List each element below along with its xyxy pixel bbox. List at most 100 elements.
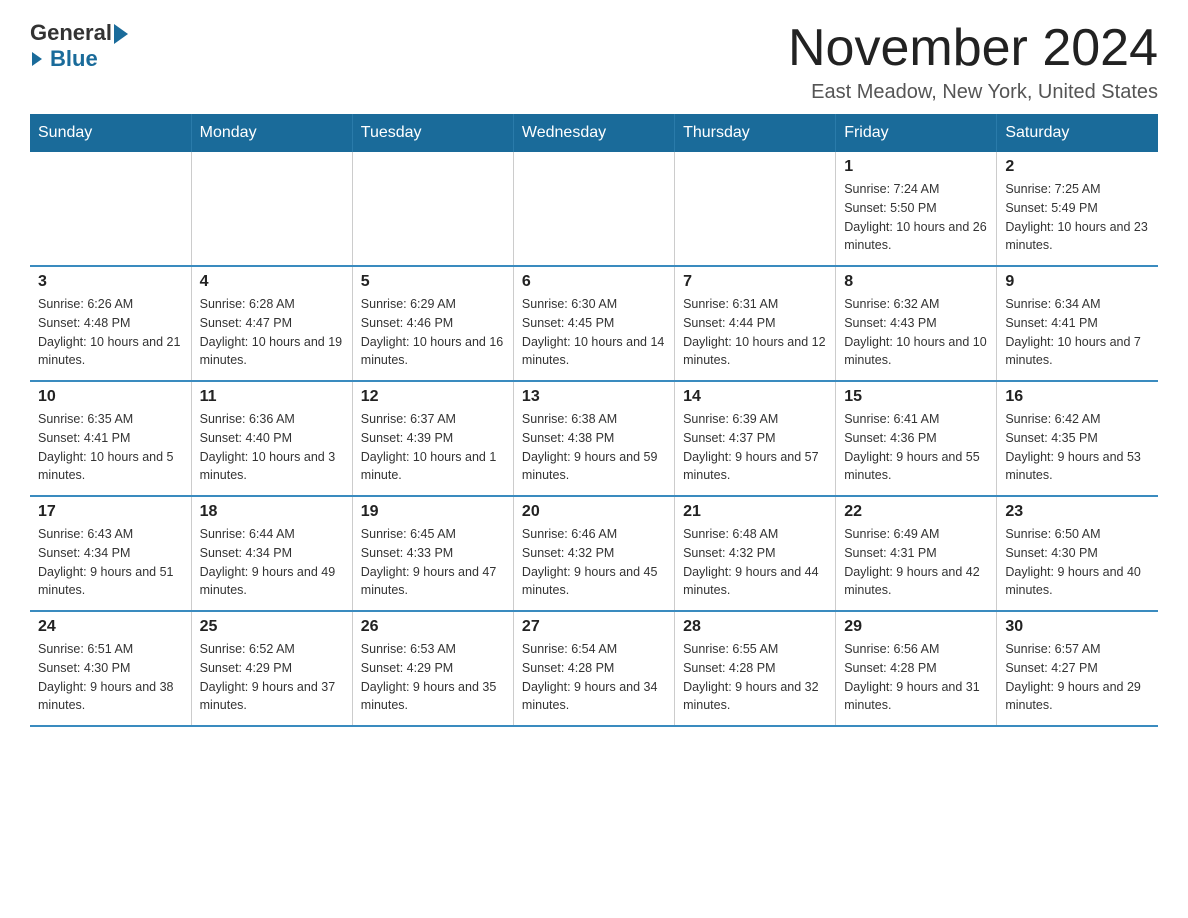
day-info: Sunrise: 6:52 AMSunset: 4:29 PMDaylight:… bbox=[200, 640, 344, 715]
day-number: 18 bbox=[200, 503, 344, 521]
calendar-cell: 21Sunrise: 6:48 AMSunset: 4:32 PMDayligh… bbox=[675, 496, 836, 611]
logo: General Blue bbox=[30, 20, 128, 72]
day-info: Sunrise: 6:56 AMSunset: 4:28 PMDaylight:… bbox=[844, 640, 988, 715]
day-of-week-wednesday: Wednesday bbox=[513, 114, 674, 152]
day-number: 9 bbox=[1005, 273, 1150, 291]
calendar-week-4: 24 Sunrise: 6:51 AMSunset: 4:30 PMDayligh… bbox=[30, 611, 1158, 726]
day-number: 15 bbox=[844, 388, 988, 406]
day-number: 3 bbox=[38, 273, 183, 291]
day-info: Sunrise: 6:38 AMSunset: 4:38 PMDaylight:… bbox=[522, 410, 666, 485]
day-of-week-sunday: Sunday bbox=[30, 114, 191, 152]
day-number: 4 bbox=[200, 273, 344, 291]
day-of-week-tuesday: Tuesday bbox=[352, 114, 513, 152]
day-of-week-friday: Friday bbox=[836, 114, 997, 152]
day-info: Sunrise: 6:44 AMSunset: 4:34 PMDaylight:… bbox=[200, 525, 344, 600]
calendar-cell: 7Sunrise: 6:31 AMSunset: 4:44 PMDaylight… bbox=[675, 266, 836, 381]
day-info: Sunrise: 7:25 AMSunset: 5:49 PMDaylight:… bbox=[1005, 180, 1150, 255]
calendar-cell: 10 Sunrise: 6:35 AMSunset: 4:41 PMDayligh… bbox=[30, 381, 191, 496]
day-number: 5 bbox=[361, 273, 505, 291]
calendar-cell: 25 Sunrise: 6:52 AMSunset: 4:29 PMDayligh… bbox=[191, 611, 352, 726]
calendar-cell: 9 Sunrise: 6:34 AMSunset: 4:41 PMDaylight… bbox=[997, 266, 1158, 381]
calendar-header: SundayMondayTuesdayWednesdayThursdayFrid… bbox=[30, 114, 1158, 152]
day-info: Sunrise: 6:34 AMSunset: 4:41 PMDaylight:… bbox=[1005, 295, 1150, 370]
calendar-cell: 22Sunrise: 6:49 AMSunset: 4:31 PMDayligh… bbox=[836, 496, 997, 611]
calendar-cell: 16 Sunrise: 6:42 AMSunset: 4:35 PMDayligh… bbox=[997, 381, 1158, 496]
calendar-cell: 8Sunrise: 6:32 AMSunset: 4:43 PMDaylight… bbox=[836, 266, 997, 381]
day-number: 10 bbox=[38, 388, 183, 406]
day-number: 25 bbox=[200, 618, 344, 636]
calendar-cell: 6 Sunrise: 6:30 AMSunset: 4:45 PMDaylight… bbox=[513, 266, 674, 381]
day-number: 6 bbox=[522, 273, 666, 291]
days-of-week-row: SundayMondayTuesdayWednesdayThursdayFrid… bbox=[30, 114, 1158, 152]
logo-arrow-icon bbox=[114, 24, 128, 44]
calendar-cell: 29 Sunrise: 6:56 AMSunset: 4:28 PMDayligh… bbox=[836, 611, 997, 726]
day-number: 13 bbox=[522, 388, 666, 406]
day-number: 23 bbox=[1005, 503, 1150, 521]
day-info: Sunrise: 6:54 AMSunset: 4:28 PMDaylight:… bbox=[522, 640, 666, 715]
day-info: Sunrise: 7:24 AMSunset: 5:50 PMDaylight:… bbox=[844, 180, 988, 255]
calendar-cell: 17 Sunrise: 6:43 AMSunset: 4:34 PMDayligh… bbox=[30, 496, 191, 611]
calendar-body: 1 Sunrise: 7:24 AMSunset: 5:50 PMDaylight… bbox=[30, 152, 1158, 726]
calendar-cell: 28 Sunrise: 6:55 AMSunset: 4:28 PMDayligh… bbox=[675, 611, 836, 726]
day-number: 27 bbox=[522, 618, 666, 636]
calendar-week-2: 10 Sunrise: 6:35 AMSunset: 4:41 PMDayligh… bbox=[30, 381, 1158, 496]
day-info: Sunrise: 6:32 AMSunset: 4:43 PMDaylight:… bbox=[844, 295, 988, 370]
calendar-cell: 14 Sunrise: 6:39 AMSunset: 4:37 PMDayligh… bbox=[675, 381, 836, 496]
day-info: Sunrise: 6:26 AMSunset: 4:48 PMDaylight:… bbox=[38, 295, 183, 370]
logo-blue-text: Blue bbox=[50, 46, 98, 72]
calendar-cell: 20Sunrise: 6:46 AMSunset: 4:32 PMDayligh… bbox=[513, 496, 674, 611]
day-info: Sunrise: 6:39 AMSunset: 4:37 PMDaylight:… bbox=[683, 410, 827, 485]
calendar-cell: 24 Sunrise: 6:51 AMSunset: 4:30 PMDayligh… bbox=[30, 611, 191, 726]
calendar-cell bbox=[191, 152, 352, 266]
day-info: Sunrise: 6:51 AMSunset: 4:30 PMDaylight:… bbox=[38, 640, 183, 715]
day-of-week-monday: Monday bbox=[191, 114, 352, 152]
month-title: November 2024 bbox=[788, 20, 1158, 77]
day-info: Sunrise: 6:53 AMSunset: 4:29 PMDaylight:… bbox=[361, 640, 505, 715]
day-number: 2 bbox=[1005, 158, 1150, 176]
calendar-cell bbox=[30, 152, 191, 266]
calendar-week-3: 17 Sunrise: 6:43 AMSunset: 4:34 PMDayligh… bbox=[30, 496, 1158, 611]
calendar-cell: 30Sunrise: 6:57 AMSunset: 4:27 PMDayligh… bbox=[997, 611, 1158, 726]
calendar-cell: 18 Sunrise: 6:44 AMSunset: 4:34 PMDayligh… bbox=[191, 496, 352, 611]
day-number: 11 bbox=[200, 388, 344, 406]
logo-general-text: General bbox=[30, 20, 112, 46]
calendar-cell: 4Sunrise: 6:28 AMSunset: 4:47 PMDaylight… bbox=[191, 266, 352, 381]
day-number: 16 bbox=[1005, 388, 1150, 406]
day-number: 24 bbox=[38, 618, 183, 636]
calendar-cell: 19Sunrise: 6:45 AMSunset: 4:33 PMDayligh… bbox=[352, 496, 513, 611]
location-subtitle: East Meadow, New York, United States bbox=[788, 81, 1158, 104]
day-info: Sunrise: 6:49 AMSunset: 4:31 PMDaylight:… bbox=[844, 525, 988, 600]
day-number: 28 bbox=[683, 618, 827, 636]
day-info: Sunrise: 6:42 AMSunset: 4:35 PMDaylight:… bbox=[1005, 410, 1150, 485]
calendar-cell bbox=[675, 152, 836, 266]
day-number: 26 bbox=[361, 618, 505, 636]
page-header: General Blue November 2024 East Meadow, … bbox=[30, 20, 1158, 104]
day-number: 1 bbox=[844, 158, 988, 176]
day-number: 29 bbox=[844, 618, 988, 636]
calendar-week-0: 1 Sunrise: 7:24 AMSunset: 5:50 PMDaylight… bbox=[30, 152, 1158, 266]
calendar-cell: 2 Sunrise: 7:25 AMSunset: 5:49 PMDaylight… bbox=[997, 152, 1158, 266]
calendar-cell bbox=[513, 152, 674, 266]
calendar-cell: 1 Sunrise: 7:24 AMSunset: 5:50 PMDaylight… bbox=[836, 152, 997, 266]
calendar-cell: 11Sunrise: 6:36 AMSunset: 4:40 PMDayligh… bbox=[191, 381, 352, 496]
day-number: 19 bbox=[361, 503, 505, 521]
calendar-week-1: 3 Sunrise: 6:26 AMSunset: 4:48 PMDaylight… bbox=[30, 266, 1158, 381]
day-info: Sunrise: 6:55 AMSunset: 4:28 PMDaylight:… bbox=[683, 640, 827, 715]
day-number: 21 bbox=[683, 503, 827, 521]
day-info: Sunrise: 6:41 AMSunset: 4:36 PMDaylight:… bbox=[844, 410, 988, 485]
day-of-week-thursday: Thursday bbox=[675, 114, 836, 152]
calendar-cell: 12Sunrise: 6:37 AMSunset: 4:39 PMDayligh… bbox=[352, 381, 513, 496]
day-number: 17 bbox=[38, 503, 183, 521]
day-info: Sunrise: 6:43 AMSunset: 4:34 PMDaylight:… bbox=[38, 525, 183, 600]
calendar-cell: 5 Sunrise: 6:29 AMSunset: 4:46 PMDaylight… bbox=[352, 266, 513, 381]
day-number: 14 bbox=[683, 388, 827, 406]
day-info: Sunrise: 6:57 AMSunset: 4:27 PMDaylight:… bbox=[1005, 640, 1150, 715]
calendar-cell: 13 Sunrise: 6:38 AMSunset: 4:38 PMDayligh… bbox=[513, 381, 674, 496]
title-section: November 2024 East Meadow, New York, Uni… bbox=[788, 20, 1158, 104]
calendar-table: SundayMondayTuesdayWednesdayThursdayFrid… bbox=[30, 114, 1158, 727]
day-info: Sunrise: 6:29 AMSunset: 4:46 PMDaylight:… bbox=[361, 295, 505, 370]
day-info: Sunrise: 6:35 AMSunset: 4:41 PMDaylight:… bbox=[38, 410, 183, 485]
day-info: Sunrise: 6:30 AMSunset: 4:45 PMDaylight:… bbox=[522, 295, 666, 370]
calendar-cell: 23Sunrise: 6:50 AMSunset: 4:30 PMDayligh… bbox=[997, 496, 1158, 611]
day-of-week-saturday: Saturday bbox=[997, 114, 1158, 152]
